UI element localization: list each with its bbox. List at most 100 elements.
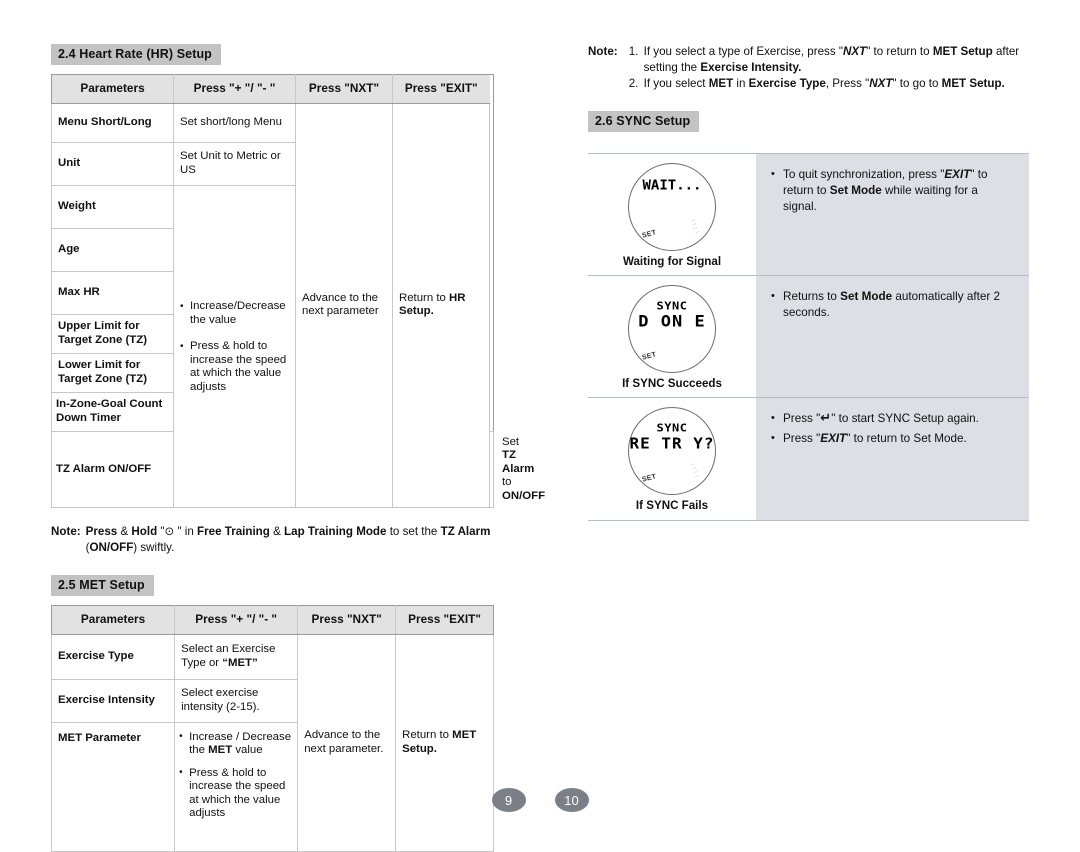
sync2-text-1: Returns to xyxy=(783,289,841,303)
note2-text-3: " to go to xyxy=(892,77,942,90)
met-setup-table: Parameters Press "+ "/ "- " Press "NXT" … xyxy=(50,605,494,852)
exit-prefix-hr: Return to xyxy=(399,291,450,304)
note2-bolditalic-nxt: NXT xyxy=(869,77,893,90)
tz-alarm-prefix: Set xyxy=(502,435,520,448)
sync-caption-waiting: Waiting for Signal xyxy=(622,254,722,268)
column-header-nxt: Press "NXT" xyxy=(295,74,393,104)
param-max-hr: Max HR xyxy=(51,270,174,315)
sync-watch-cell-succeeds: SYNC D ON E SET If SYNC Succeeds xyxy=(588,275,756,397)
column-header-exit: Press "EXIT" xyxy=(395,605,494,635)
right-column: Note: If you select a type of Exercise, … xyxy=(588,44,1031,521)
sync-watch-cell-fails: SYNC RE TR Y? SET :::: If SYNC Fails xyxy=(588,397,756,520)
note1-text-2: " to return to xyxy=(866,45,933,58)
list-item: Returns to Set Mode automatically after … xyxy=(770,288,1013,321)
note-label: Note: xyxy=(588,45,618,58)
note-bold-lap-training: Lap Training Mode xyxy=(284,525,387,538)
note-bold-on-off: ON/OFF xyxy=(89,540,134,554)
param-in-zone-goal-timer: In-Zone-Goal Count Down Timer xyxy=(51,391,174,432)
watch-lcd-main-succeeds: D ON E xyxy=(638,312,706,331)
watch-face-waiting: WAIT... SET :::: xyxy=(628,162,716,251)
watch-set-label-succeeds: SET xyxy=(641,350,658,362)
sync-notes-cell-fails: Press "↵" to start SYNC Setup again. Pre… xyxy=(756,397,1029,520)
note-text-7: ) swiftly. xyxy=(133,540,175,554)
sync2-bold-set-mode: Set Mode xyxy=(840,289,893,303)
list-item: If you select a type of Exercise, press … xyxy=(642,44,1031,75)
watch-face-succeeds: SYNC D ON E SET xyxy=(628,284,716,373)
hr-setup-table: Parameters Press "+ "/ "- " Press "NXT" … xyxy=(51,74,545,508)
section-heading-sync-setup: 2.6 SYNC Setup xyxy=(588,110,700,132)
column-header-plus-minus: Press "+ "/ "- " xyxy=(174,605,299,635)
list-item: Increase/Decrease the value xyxy=(180,300,289,327)
target-zone-icon: ⊙ xyxy=(164,524,175,538)
met-setup-note: Note: If you select a type of Exercise, … xyxy=(588,44,1031,93)
sync-note-list-fails: Press "↵" to start SYNC Setup again. Pre… xyxy=(770,410,1013,447)
note2-bold-met: MET xyxy=(708,77,734,90)
note2-bold-exercise-type: Exercise Type xyxy=(748,77,826,90)
note-bold-free-training: Free Training xyxy=(197,525,270,538)
sync3-text-1: Press " xyxy=(783,411,821,425)
note2-bold-met-setup: MET Setup. xyxy=(941,77,1005,90)
watch-lcd-top-succeeds: SYNC xyxy=(656,299,688,312)
enter-key-icon: ↵ xyxy=(820,410,832,426)
note1-bold-met-setup: MET Setup xyxy=(932,45,993,58)
list-item: Increase / Decrease the MET value xyxy=(179,730,291,758)
sync1-bold-set-mode: Set Mode xyxy=(829,183,882,197)
note1-bold-exercise-intensity: Exercise Intensity. xyxy=(700,60,802,74)
met-bullet-1-post: value xyxy=(232,744,263,756)
manual-page: 2.4 Heart Rate (HR) Setup Parameters Pre… xyxy=(0,0,1080,852)
note2-text-2: , Press " xyxy=(825,77,870,90)
column-header-plus-minus: Press "+ "/ "- " xyxy=(173,74,296,104)
plusminus-exercise-intensity: Select exercise intensity (2-15). xyxy=(174,678,299,723)
table-row: Exercise Type Select an Exercise Type or… xyxy=(50,633,494,852)
note-text-2: " xyxy=(157,525,165,538)
plusminus-group-cell-hr: Increase/Decrease the value Press & hold… xyxy=(173,184,296,508)
note-label: Note: xyxy=(51,525,81,538)
sync-row-fails: SYNC RE TR Y? SET :::: If SYNC Fails Pre… xyxy=(588,397,1029,520)
note1-text-1: If you select a type of Exercise, press … xyxy=(643,45,843,58)
table-row: Menu Short/Long Set short/long Menu Adva… xyxy=(51,102,494,508)
note-bold-press: Press xyxy=(85,525,118,538)
list-item: Press "↵" to start SYNC Setup again. xyxy=(770,410,1013,427)
sync1-text-1: To quit synchronization, press " xyxy=(783,167,945,181)
sync-setup-table: WAIT... SET :::: Waiting for Signal To q… xyxy=(588,152,1029,521)
param-upper-limit-tz: Upper Limit for Target Zone (TZ) xyxy=(51,313,174,354)
note-text-3: " in xyxy=(174,525,198,538)
nxt-text-hr: Advance to the next parameter xyxy=(302,291,379,318)
note-ordered-list: If you select a type of Exercise, press … xyxy=(623,44,1031,92)
sync1-bolditalic-exit: EXIT xyxy=(944,167,971,181)
page-number-badge-left: 9 xyxy=(491,788,526,812)
plusminus-menu-short-long: Set short/long Menu xyxy=(173,102,296,143)
param-exercise-type: Exercise Type xyxy=(50,633,176,680)
note2-text-1b: in xyxy=(733,77,749,90)
param-weight: Weight xyxy=(51,184,174,229)
param-lower-limit-tz: Lower Limit for Target Zone (TZ) xyxy=(51,352,174,393)
sync-notes-cell-waiting: To quit synchronization, press "EXIT" to… xyxy=(756,153,1029,275)
list-item: To quit synchronization, press "EXIT" to… xyxy=(770,166,1013,215)
exercise-type-bold-met: “MET” xyxy=(222,656,258,669)
watch-lcd-top-fails: SYNC xyxy=(656,421,688,434)
sync-note-list-waiting: To quit synchronization, press "EXIT" to… xyxy=(770,166,1013,215)
hr-setup-note: Note: Press & Hold "⊙ " in Free Training… xyxy=(51,524,494,555)
param-unit: Unit xyxy=(51,141,174,186)
nxt-text-met: Advance to the next parameter. xyxy=(304,729,384,755)
note2-text-1: If you select xyxy=(643,77,709,90)
param-exercise-intensity: Exercise Intensity xyxy=(50,678,176,723)
param-menu-short-long: Menu Short/Long xyxy=(51,102,174,143)
watch-lcd-main-waiting: WAIT... xyxy=(642,178,702,193)
column-header-exit: Press "EXIT" xyxy=(392,74,490,104)
sync-note-list-succeeds: Returns to Set Mode automatically after … xyxy=(770,288,1013,321)
watch-tick-marks-fails: :::: xyxy=(688,461,701,479)
sync3-text-2: " to start SYNC Setup again. xyxy=(831,411,979,425)
left-column: 2.4 Heart Rate (HR) Setup Parameters Pre… xyxy=(50,44,545,852)
sync4-text-1: Press " xyxy=(783,431,821,445)
list-item: Press & hold to increase the speed at wh… xyxy=(180,340,289,394)
note-text-5: to set the xyxy=(386,525,441,538)
section-heading-hr-setup: 2.4 Heart Rate (HR) Setup xyxy=(51,44,221,65)
sync-notes-cell-succeeds: Returns to Set Mode automatically after … xyxy=(756,275,1029,397)
exit-cell-hr: Return to HR Setup. xyxy=(392,102,490,508)
sync-row-waiting: WAIT... SET :::: Waiting for Signal To q… xyxy=(588,153,1029,276)
note-bold-tz-alarm: TZ Alarm xyxy=(440,525,491,538)
watch-tick-marks-waiting: :::: xyxy=(688,217,701,235)
table-header-row: Parameters Press "+ "/ "- " Press "NXT" … xyxy=(51,74,494,104)
param-met-parameter: MET Parameter xyxy=(50,721,176,852)
